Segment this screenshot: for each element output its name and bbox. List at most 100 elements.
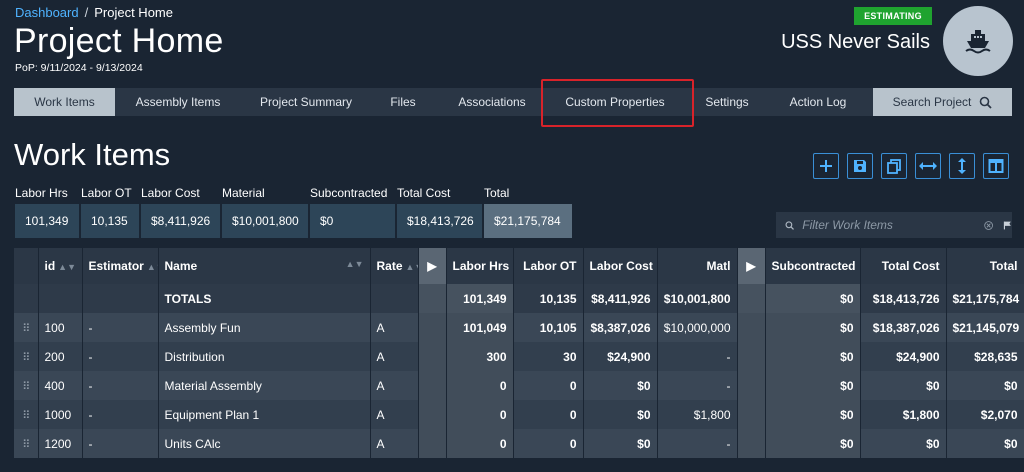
totals-total-cost: $18,413,726 bbox=[860, 284, 947, 313]
search-project-label: Search Project bbox=[892, 95, 972, 109]
header-rate[interactable]: Rate▲▼ bbox=[370, 248, 419, 284]
breadcrumb-separator: / bbox=[84, 5, 89, 20]
table-row[interactable]: ⠿ 200 - Distribution A 300 30 $24,900 - … bbox=[14, 342, 1024, 371]
cell-name: Material Assembly bbox=[158, 371, 371, 400]
copy-button[interactable] bbox=[881, 153, 907, 179]
header-subcontracted[interactable]: Subcontracted bbox=[765, 248, 861, 284]
tab-project-summary[interactable]: Project Summary bbox=[242, 88, 370, 116]
summary-label-total-cost: Total Cost bbox=[397, 186, 451, 200]
header-total[interactable]: Total bbox=[946, 248, 1024, 284]
clear-icon[interactable] bbox=[984, 219, 994, 232]
summary-label-labor-hrs: Labor Hrs bbox=[15, 186, 68, 200]
totals-labor-ot: 10,135 bbox=[513, 284, 584, 313]
cell-gap bbox=[418, 400, 447, 429]
cell-labor-ot: 30 bbox=[513, 342, 584, 371]
save-icon bbox=[854, 160, 866, 172]
table-row[interactable]: ⠿ 1200 - Units CAlc A 0 0 $0 - $0 $0 $0 bbox=[14, 429, 1024, 458]
expand-vertical-icon bbox=[958, 158, 966, 174]
totals-labor-cost: $8,411,926 bbox=[583, 284, 658, 313]
sort-icon: ▲▼ bbox=[146, 262, 157, 272]
summary-value-subcontracted: $0 bbox=[310, 204, 395, 238]
tab-bar: Work Items Assembly Items Project Summar… bbox=[14, 88, 1012, 116]
drag-handle[interactable]: ⠿ bbox=[14, 342, 39, 371]
header-drag bbox=[14, 248, 39, 284]
cell-total: $21,145,079 bbox=[946, 313, 1024, 342]
cell-rate: A bbox=[370, 371, 419, 400]
cell-matl: - bbox=[657, 429, 738, 458]
summary-value-total: $21,175,784 bbox=[484, 204, 572, 238]
totals-subcontracted: $0 bbox=[765, 284, 861, 313]
sort-icon: ▲▼ bbox=[405, 262, 417, 272]
header-id[interactable]: id ▲▼ bbox=[38, 248, 83, 284]
header-total-cost[interactable]: Total Cost bbox=[860, 248, 947, 284]
add-button[interactable] bbox=[813, 153, 839, 179]
cell-labor-hrs: 101,049 bbox=[446, 313, 514, 342]
search-icon bbox=[980, 96, 992, 109]
summary-value-labor-ot: 10,135 bbox=[81, 204, 139, 238]
tab-action-log[interactable]: Action Log bbox=[779, 88, 857, 116]
columns-icon bbox=[988, 159, 1004, 173]
expand-horizontal-button[interactable] bbox=[915, 153, 941, 179]
cell-labor-cost: $0 bbox=[583, 429, 658, 458]
work-items-table: id▲▼ Estimator▲▼ Name▲▼ Rate▲▼ ▶ Labor H… bbox=[14, 248, 1024, 458]
cell-labor-hrs: 0 bbox=[446, 371, 514, 400]
tab-work-items[interactable]: Work Items bbox=[14, 88, 115, 116]
totals-drag bbox=[14, 284, 39, 313]
cell-name: Assembly Fun bbox=[158, 313, 371, 342]
header-labor-hrs[interactable]: Labor Hrs bbox=[446, 248, 514, 284]
totals-gap bbox=[737, 284, 766, 313]
expand-material-button[interactable]: ▶ bbox=[737, 248, 766, 284]
drag-handle[interactable]: ⠿ bbox=[14, 429, 39, 458]
breadcrumb-dashboard-link[interactable]: Dashboard bbox=[15, 5, 79, 20]
cell-rate: A bbox=[370, 342, 419, 371]
cell-labor-ot: 0 bbox=[513, 400, 584, 429]
header-matl[interactable]: Matl bbox=[657, 248, 738, 284]
summary-label-material: Material bbox=[222, 186, 265, 200]
cell-gap bbox=[737, 429, 766, 458]
table-row[interactable]: ⠿ 400 - Material Assembly A 0 0 $0 - $0 … bbox=[14, 371, 1024, 400]
tab-associations[interactable]: Associations bbox=[446, 88, 538, 116]
cell-subcontracted: $0 bbox=[765, 400, 861, 429]
cell-rate: A bbox=[370, 400, 419, 429]
columns-button[interactable] bbox=[983, 153, 1009, 179]
cell-labor-cost: $24,900 bbox=[583, 342, 658, 371]
drag-grip-icon: ⠿ bbox=[22, 438, 30, 451]
cell-gap bbox=[737, 371, 766, 400]
drag-handle[interactable]: ⠿ bbox=[14, 400, 39, 429]
table-row[interactable]: ⠿ 100 - Assembly Fun A 101,049 10,105 $8… bbox=[14, 313, 1024, 342]
ship-icon bbox=[965, 30, 991, 54]
save-button[interactable] bbox=[847, 153, 873, 179]
tab-assembly-items[interactable]: Assembly Items bbox=[121, 88, 235, 116]
filter-input[interactable] bbox=[802, 218, 953, 232]
header-labor-ot[interactable]: Labor OT bbox=[513, 248, 584, 284]
cell-name: Units CAlc bbox=[158, 429, 371, 458]
drag-handle[interactable]: ⠿ bbox=[14, 371, 39, 400]
project-avatar[interactable] bbox=[943, 6, 1013, 76]
cell-name: Distribution bbox=[158, 342, 371, 371]
header-name[interactable]: Name ▲▼ bbox=[158, 248, 371, 284]
cell-total-cost: $24,900 bbox=[860, 342, 947, 371]
cell-gap bbox=[418, 313, 447, 342]
cell-labor-hrs: 300 bbox=[446, 342, 514, 371]
drag-grip-icon: ⠿ bbox=[22, 409, 30, 422]
totals-label: TOTALS bbox=[158, 284, 371, 313]
tab-custom-properties[interactable]: Custom Properties bbox=[555, 88, 675, 116]
expand-labor-button[interactable]: ▶ bbox=[418, 248, 447, 284]
drag-handle[interactable]: ⠿ bbox=[14, 313, 39, 342]
cell-labor-ot: 0 bbox=[513, 371, 584, 400]
totals-row: TOTALS 101,349 10,135 $8,411,926 $10,001… bbox=[14, 284, 1024, 313]
cell-total: $2,070 bbox=[946, 400, 1024, 429]
header-labor-cost[interactable]: Labor Cost bbox=[583, 248, 658, 284]
header-estimator[interactable]: Estimator▲▼ bbox=[82, 248, 159, 284]
table-header-row: id▲▼ Estimator▲▼ Name▲▼ Rate▲▼ ▶ Labor H… bbox=[14, 248, 1024, 284]
tab-files[interactable]: Files bbox=[380, 88, 426, 116]
cell-rate: A bbox=[370, 429, 419, 458]
cell-matl: $1,800 bbox=[657, 400, 738, 429]
search-project-button[interactable]: Search Project bbox=[873, 88, 1012, 116]
cell-matl: $10,000,000 bbox=[657, 313, 738, 342]
table-row[interactable]: ⠿ 1000 - Equipment Plan 1 A 0 0 $0 $1,80… bbox=[14, 400, 1024, 429]
flag-icon[interactable] bbox=[1003, 219, 1012, 232]
cell-gap bbox=[418, 371, 447, 400]
tab-settings[interactable]: Settings bbox=[698, 88, 756, 116]
expand-vertical-button[interactable] bbox=[949, 153, 975, 179]
